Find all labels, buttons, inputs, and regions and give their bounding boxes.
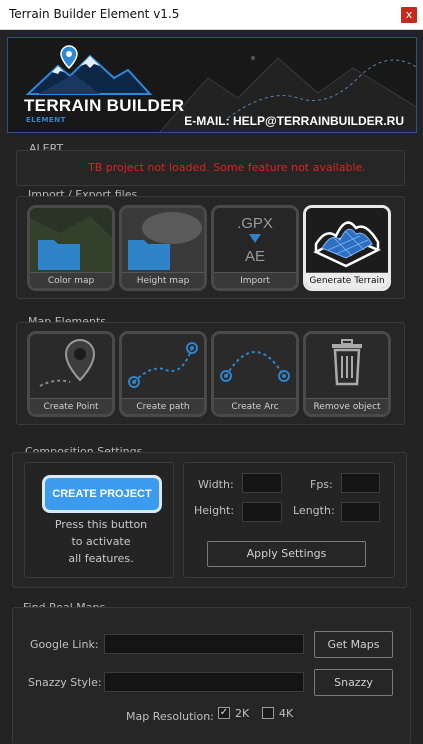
length-input[interactable] (341, 502, 380, 522)
create-point-label: Create Point (30, 398, 112, 414)
path-icon (122, 334, 204, 400)
snazzy-button[interactable]: Snazzy (314, 669, 393, 696)
color-map-label: Color map (30, 272, 112, 288)
color-map-tile[interactable]: Color map (27, 205, 115, 291)
width-input[interactable] (242, 473, 282, 493)
generate-terrain-label: Generate Terrain (306, 272, 388, 288)
import-tile[interactable]: .GPX AE Import (211, 205, 299, 291)
hint-line-3: all features. (68, 552, 134, 565)
remove-object-tile[interactable]: Remove object (303, 331, 391, 417)
logo-title: TERRAIN BUILDER (24, 96, 185, 115)
gpx-text: .GPX (237, 215, 273, 232)
width-label: Width: (198, 478, 234, 491)
create-path-label: Create path (122, 398, 204, 414)
fps-label: Fps: (310, 478, 333, 491)
create-arc-label: Create Arc (214, 398, 296, 414)
trash-icon (306, 334, 388, 400)
height-map-tile[interactable]: Height map (119, 205, 207, 291)
google-link-label: Google Link: (30, 638, 99, 651)
ae-text: AE (245, 248, 265, 265)
apply-settings-button[interactable]: Apply Settings (207, 541, 366, 567)
height-input[interactable] (242, 502, 282, 522)
remove-object-label: Remove object (306, 398, 388, 414)
folder-icon (30, 208, 112, 274)
create-point-tile[interactable]: Create Point (27, 331, 115, 417)
title-bar: Terrain Builder Element v1.5 x (0, 0, 423, 30)
logo-subtitle: ELEMENT (26, 116, 66, 124)
fps-input[interactable] (341, 473, 380, 493)
map-resolution-label: Map Resolution: (126, 710, 214, 723)
snazzy-style-input[interactable] (104, 672, 304, 692)
logo-pin-icon (60, 45, 78, 70)
window-title: Terrain Builder Element v1.5 (9, 7, 180, 21)
create-path-tile[interactable]: Create path (119, 331, 207, 417)
height-map-label: Height map (122, 272, 204, 288)
create-project-button[interactable]: CREATE PROJECT (42, 475, 162, 513)
height-label: Height: (194, 504, 235, 517)
create-arc-tile[interactable]: Create Arc (211, 331, 299, 417)
import-label: Import (214, 272, 296, 288)
snazzy-style-label: Snazzy Style: (28, 676, 102, 689)
checkbox-4k[interactable] (262, 707, 274, 719)
header-banner: TERRAIN BUILDER ELEMENT E-MAIL: HELP@TER… (7, 37, 417, 133)
gpx-to-ae-icon: .GPX AE (214, 208, 296, 274)
google-link-input[interactable] (104, 634, 304, 654)
alert-message: TB project not loaded. Some feature not … (88, 161, 366, 174)
folder-icon (122, 208, 204, 274)
option-4k-label: 4K (279, 707, 294, 720)
option-2k-label: 2K (235, 707, 250, 720)
get-maps-button[interactable]: Get Maps (314, 631, 393, 658)
logo-mountains-icon (25, 45, 153, 95)
hint-line-1: Press this button (54, 518, 148, 531)
hint-line-2: to activate (71, 535, 131, 548)
support-email: E-MAIL: HELP@TERRAINBUILDER.RU (184, 114, 404, 128)
generate-terrain-tile[interactable]: Generate Terrain (303, 205, 391, 291)
arc-icon (214, 334, 296, 400)
checkbox-2k[interactable]: ✓ (218, 707, 230, 719)
terrain-mesh-icon (306, 208, 388, 274)
length-label: Length: (293, 504, 335, 517)
close-button[interactable]: x (401, 7, 417, 23)
map-pin-icon (30, 334, 112, 400)
